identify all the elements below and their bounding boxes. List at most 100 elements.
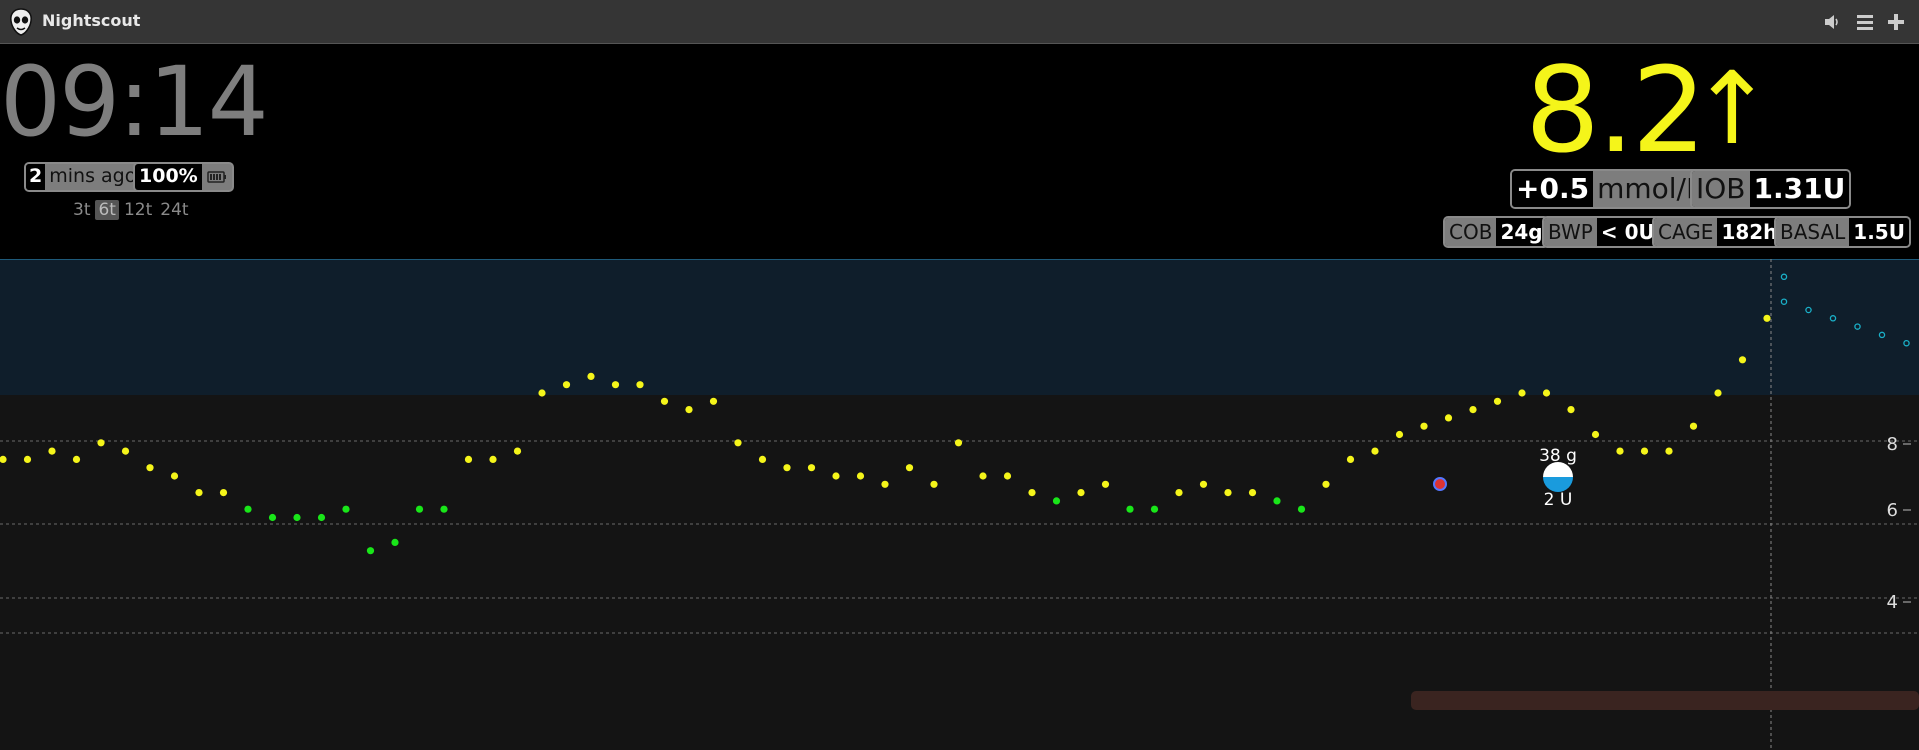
high-zone-band <box>0 259 1919 395</box>
bg-reading-dot <box>1689 422 1698 430</box>
battery-value: 100% <box>135 164 202 190</box>
bg-reading-dot <box>1003 472 1012 480</box>
bg-reading-dot <box>611 381 620 389</box>
app-title: Nightscout <box>42 11 141 30</box>
bg-reading-dot <box>758 455 767 463</box>
treatment-carbs-label: 38 g <box>1539 446 1577 466</box>
cage-value: 182h <box>1717 218 1782 246</box>
bg-reading-dot <box>293 513 301 522</box>
time-range-selector: 3t 6t 12t 24t <box>70 200 194 220</box>
bg-reading-dot <box>268 513 277 522</box>
ago-label: mins ago <box>45 164 141 190</box>
bg-reading-dot <box>1248 489 1257 497</box>
delta-value: +0.5 <box>1512 171 1594 207</box>
bg-reading-dot <box>856 472 865 480</box>
top-bar: Nightscout <box>0 0 1919 44</box>
y-tick-label: 6 <box>1887 500 1898 521</box>
bg-reading-dot <box>979 472 987 480</box>
cage-pill: CAGE 182h <box>1652 216 1784 248</box>
basal-pill: BASAL 1.5U <box>1774 216 1911 248</box>
basal-label: BASAL <box>1776 218 1850 246</box>
bg-reading-dot <box>1420 422 1428 430</box>
range-12h[interactable]: 12t <box>121 200 155 220</box>
iob-value: 1.31U <box>1749 171 1850 207</box>
bg-reading-dot <box>1297 505 1306 513</box>
basal-value: 1.5U <box>1849 218 1909 246</box>
bg-reading-dot <box>1322 480 1330 488</box>
bg-reading-dot <box>1224 489 1232 497</box>
bg-reading-dot <box>195 489 203 497</box>
bwp-value: < 0U <box>1596 218 1659 246</box>
bg-reading-dot <box>1395 430 1404 439</box>
treatment-insulin-label: 2 U <box>1544 490 1573 510</box>
battery-status: 100% <box>133 162 234 192</box>
cage-label: CAGE <box>1654 218 1718 246</box>
bg-reading-dot <box>636 381 644 389</box>
bg-reading-dot <box>489 455 497 463</box>
bg-reading-dot <box>1175 489 1183 497</box>
range-6h[interactable]: 6t <box>95 200 119 220</box>
bg-reading-dot <box>1052 497 1061 505</box>
bg-reading-dot <box>1346 455 1355 463</box>
delta-unit: mmol/L <box>1593 171 1706 207</box>
bg-reading-dot <box>1591 430 1600 439</box>
bg-reading-dot <box>1493 397 1502 405</box>
speaker-icon[interactable] <box>1822 12 1842 32</box>
iob-label: IOB <box>1692 171 1750 207</box>
bg-reading-dot <box>1518 389 1526 397</box>
bwp-pill: BWP < 0U <box>1542 216 1661 248</box>
iob-pill: IOB 1.31U <box>1690 169 1852 209</box>
bg-reading-dot <box>440 505 448 513</box>
bg-reading-dot <box>1567 406 1575 414</box>
basal-bar <box>1411 691 1919 710</box>
bg-reading-dot <box>415 505 424 513</box>
ago-value: 2 <box>26 164 46 190</box>
bg-delta: +0.5 mmol/L <box>1510 169 1708 209</box>
bg-reading-dot <box>219 489 228 497</box>
bg-reading-dot <box>170 472 179 480</box>
bg-reading-dot <box>1077 489 1085 497</box>
bg-reading-dot <box>1738 356 1747 364</box>
bg-reading-dot <box>1616 447 1624 455</box>
y-tick-label: 4 <box>1887 592 1898 613</box>
bg-reading-dot <box>783 464 791 472</box>
range-24h[interactable]: 24t <box>157 200 191 220</box>
bg-reading-dot <box>464 455 473 463</box>
bg-reading-dot <box>685 406 693 414</box>
menu-icon[interactable] <box>1855 12 1875 32</box>
bg-reading-dot <box>1273 497 1281 505</box>
bolus-marker <box>1433 477 1447 491</box>
bg-reading-dot <box>832 472 840 480</box>
bg-reading-dot <box>366 547 375 555</box>
bg-reading-dot <box>72 455 81 463</box>
bg-reading-dot <box>587 372 595 380</box>
bg-reading-dot <box>121 447 130 455</box>
battery-icon <box>202 164 232 190</box>
bg-reading-dot <box>1444 414 1453 422</box>
current-bg: 8.2 <box>1525 41 1707 179</box>
bg-reading-dot <box>562 381 571 389</box>
y-tick-label: 8 <box>1887 434 1898 455</box>
last-reading-age: 2 mins ago <box>24 162 143 192</box>
bg-reading-dot <box>146 464 154 472</box>
range-3h[interactable]: 3t <box>70 200 93 220</box>
bg-reading-dot <box>709 397 718 405</box>
cob-pill: COB 24g <box>1443 216 1549 248</box>
bg-reading-dot <box>1714 389 1722 397</box>
bg-reading-dot <box>1665 447 1673 455</box>
glucose-chart[interactable]: 8 6 4 38 g 2 U <box>0 259 1919 750</box>
bg-reading-dot <box>930 480 938 488</box>
bg-reading-dot <box>1028 489 1036 497</box>
bg-reading-dot <box>1469 406 1477 414</box>
bg-reading-dot <box>1150 505 1159 513</box>
bg-reading-dot <box>807 464 816 472</box>
bg-reading-dot <box>1371 447 1379 455</box>
bwp-label: BWP <box>1544 218 1597 246</box>
bg-reading-dot <box>734 439 742 447</box>
bg-reading-dot <box>1542 389 1551 397</box>
bg-reading-dot <box>1640 447 1649 455</box>
bg-reading-dot <box>48 447 56 455</box>
plus-icon[interactable] <box>1886 12 1906 32</box>
bg-reading-dot <box>1199 480 1208 488</box>
bg-reading-dot <box>342 505 350 513</box>
